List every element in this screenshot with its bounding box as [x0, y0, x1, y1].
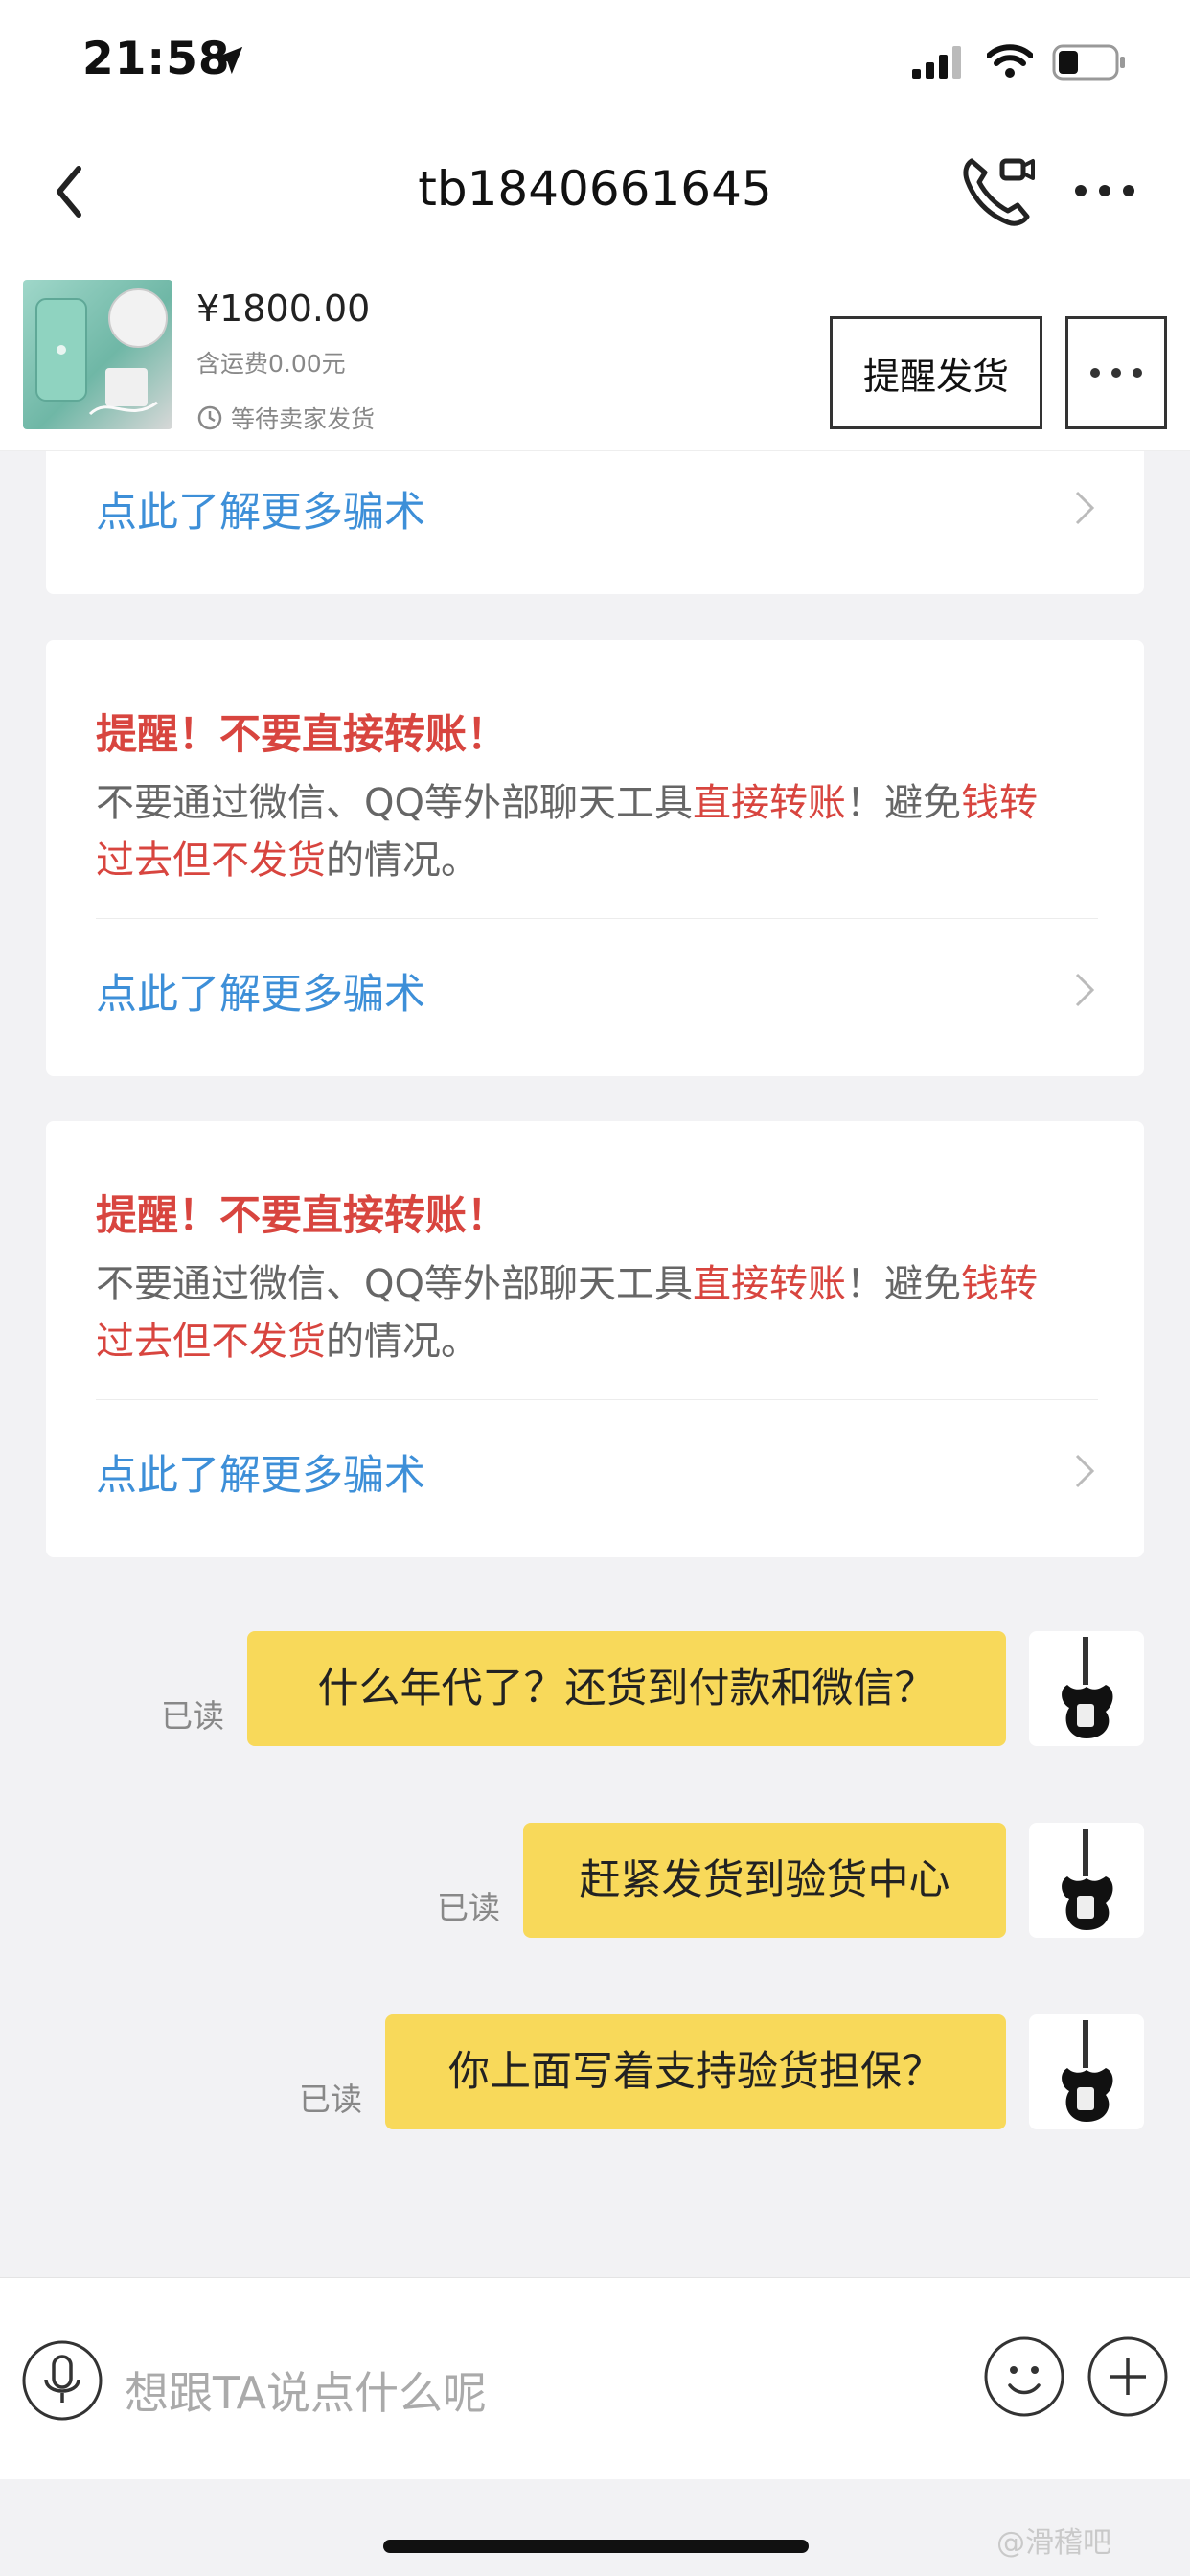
order-status: 等待卖家发货 — [196, 401, 375, 435]
phone-video-call-icon[interactable] — [958, 151, 1037, 230]
chevron-right-icon — [1075, 1454, 1095, 1488]
warning-body: 不要通过微信、QQ等外部聊天工具直接转账！避免钱转 过去但不发货的情况。 — [96, 1262, 1038, 1364]
add-attachment-icon[interactable] — [1087, 2335, 1169, 2418]
product-price: ¥1800.00 — [196, 288, 371, 330]
shipping-fee: 含运费0.00元 — [196, 350, 346, 378]
wifi-icon — [987, 44, 1033, 78]
card-divider — [96, 1399, 1098, 1400]
user-avatar[interactable] — [1029, 1631, 1144, 1746]
user-avatar[interactable] — [1029, 1823, 1144, 1938]
warning-body: 不要通过微信、QQ等外部聊天工具直接转账！避免钱转 过去但不发货的情况。 — [96, 781, 1038, 883]
status-bar: 21:58 — [0, 0, 1190, 125]
order-status-text: 等待卖家发货 — [231, 405, 376, 433]
clock-icon — [197, 405, 222, 430]
message-input-bar: 想跟TA说点什么呢 — [0, 2277, 1190, 2479]
battery-icon — [1052, 44, 1125, 80]
read-receipt: 已读 — [437, 1889, 500, 1926]
guitar-avatar-icon — [1062, 1637, 1113, 1738]
remind-ship-button[interactable]: 提醒发货 — [830, 316, 1042, 429]
message-input[interactable]: 想跟TA说点什么呢 — [125, 2358, 487, 2422]
card-divider — [96, 918, 1098, 919]
cellular-signal-icon — [912, 46, 961, 79]
chevron-right-icon — [1075, 491, 1095, 525]
read-receipt: 已读 — [161, 1697, 224, 1735]
more-options-icon — [1090, 368, 1142, 378]
more-scams-link[interactable]: 点此了解更多骗术 — [96, 1442, 425, 1502]
user-avatar[interactable] — [1029, 2014, 1144, 2129]
status-time: 21:58 — [82, 33, 231, 85]
emoji-icon[interactable] — [983, 2335, 1065, 2418]
chat-header: tb1840661645 — [0, 125, 1190, 268]
warning-title: 提醒！不要直接转账！ — [96, 1192, 508, 1240]
guitar-avatar-icon — [1062, 1828, 1113, 1930]
chevron-right-icon — [1075, 973, 1095, 1007]
phone-image-icon — [35, 288, 168, 416]
microphone-icon[interactable] — [21, 2339, 103, 2422]
more-scams-link[interactable]: 点此了解更多骗术 — [96, 961, 425, 1021]
strip-more-button[interactable] — [1065, 316, 1167, 429]
warning-title: 提醒！不要直接转账！ — [96, 711, 508, 759]
more-options-icon[interactable] — [1071, 176, 1138, 205]
product-info-strip[interactable]: ¥1800.00 含运费0.00元 等待卖家发货 提醒发货 — [0, 268, 1190, 451]
message-bubble[interactable]: 你上面写着支持验货担保？ — [385, 2014, 1006, 2129]
message-bubble[interactable]: 什么年代了？还货到付款和微信？ — [247, 1631, 1006, 1746]
watermark: @滑稽吧 — [996, 2526, 1111, 2560]
home-indicator[interactable] — [383, 2540, 809, 2553]
guitar-avatar-icon — [1062, 2020, 1113, 2122]
location-arrow-icon — [215, 46, 243, 75]
read-receipt: 已读 — [299, 2081, 362, 2118]
warning-card: 提醒！不要直接转账！ 不要通过微信、QQ等外部聊天工具直接转账！避免钱转 过去但不… — [46, 640, 1144, 1076]
product-thumbnail[interactable] — [23, 280, 172, 429]
more-scams-link[interactable]: 点此了解更多骗术 — [96, 479, 425, 539]
warning-card: 提醒！不要直接转账！ 不要通过微信、QQ等外部聊天工具直接转账！避免钱转 过去但不… — [46, 1121, 1144, 1557]
message-bubble[interactable]: 赶紧发货到验货中心 — [523, 1823, 1006, 1938]
